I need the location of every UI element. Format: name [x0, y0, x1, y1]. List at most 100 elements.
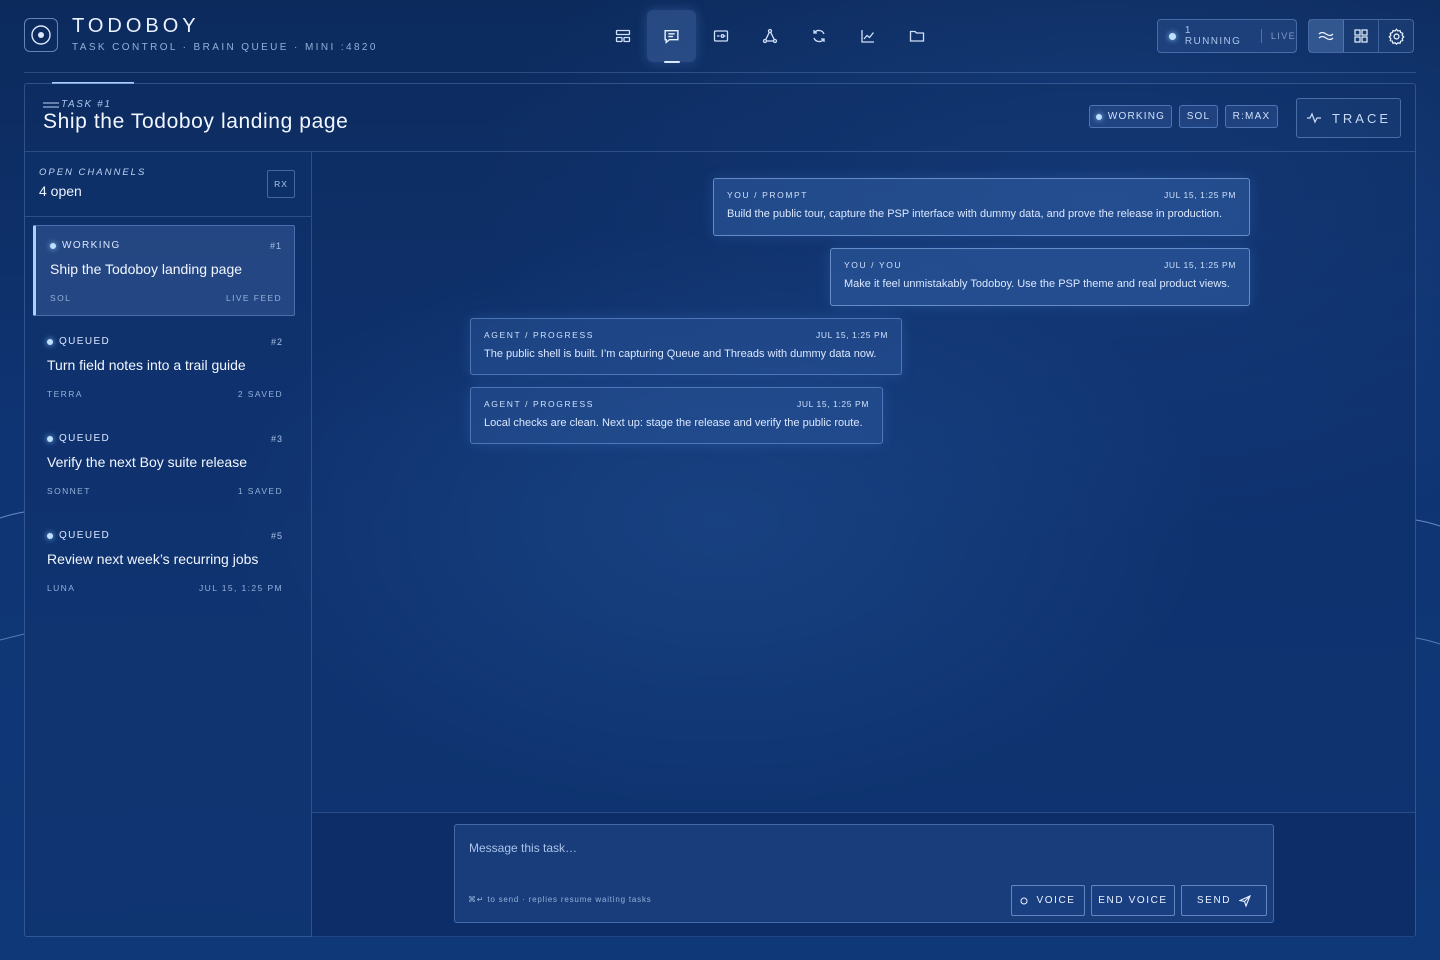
channel-status-dot	[50, 242, 56, 249]
trend-chart-icon	[860, 30, 874, 43]
settings-gear-icon	[1387, 27, 1405, 45]
task-panel: TASK #1 Ship the Todoboy landing page WO…	[24, 83, 1416, 937]
app-title: TODOBOY	[72, 15, 200, 37]
channel-meta: 1 SAVED	[237, 486, 283, 496]
waves-button[interactable]	[1309, 20, 1344, 52]
nav-queue[interactable]	[598, 10, 647, 62]
channel-status: QUEUED	[47, 530, 110, 541]
message-input[interactable]	[467, 837, 1251, 859]
channel-model: TERRA	[47, 389, 83, 399]
channel-status-label: QUEUED	[59, 530, 111, 541]
message-author: AGENT / PROGRESS	[484, 399, 594, 409]
composer: ⌘↵ to send · replies resume waiting task…	[454, 824, 1274, 923]
voice-button-label: VOICE	[1036, 895, 1076, 906]
rx-button[interactable]: RX	[267, 170, 295, 198]
channel-status-label: QUEUED	[59, 336, 111, 347]
trace-button-label: TRACE	[1331, 110, 1392, 126]
reasoning-chip-label: R:MAX	[1232, 111, 1271, 122]
task-title: Ship the Todoboy landing page	[43, 110, 349, 133]
channel-number: #1	[269, 241, 282, 251]
send-button[interactable]: SEND	[1181, 885, 1267, 916]
channel-status: QUEUED	[47, 433, 110, 444]
channel-title: Turn field notes into a trail guide	[47, 357, 246, 373]
message-time: JUL 15, 1:25 PM	[816, 330, 888, 340]
message-author: AGENT / PROGRESS	[484, 330, 594, 340]
nav-refresh[interactable]	[794, 10, 843, 62]
channel-card[interactable]: QUEUED #5 Review next week’s recurring j…	[33, 516, 295, 607]
graph-nodes-icon	[762, 28, 777, 44]
live-label: LIVE	[1270, 31, 1297, 41]
status-chip-dot	[1095, 113, 1102, 120]
channel-status-label: QUEUED	[59, 433, 111, 444]
channel-meta: JUL 15, 1:25 PM	[199, 583, 283, 593]
running-count: 1 RUNNING	[1184, 25, 1242, 47]
status-chip: WORKING	[1089, 105, 1172, 128]
channel-number: #2	[270, 337, 283, 347]
channel-title: Review next week’s recurring jobs	[47, 551, 259, 567]
running-status[interactable]: 1 RUNNING LIVE	[1157, 19, 1297, 53]
send-button-label: SEND	[1196, 895, 1232, 906]
end-voice-button[interactable]: END VOICE	[1091, 885, 1175, 916]
main-nav	[598, 10, 941, 63]
channel-status-dot	[47, 532, 53, 539]
channel-card[interactable]: QUEUED #2 Turn field notes into a trail …	[33, 322, 295, 413]
channels-sidebar: OPEN CHANNELS 4 open RX WORKING #1 Ship …	[25, 152, 312, 936]
settings-button[interactable]	[1379, 20, 1413, 52]
grid-button[interactable]	[1344, 20, 1379, 52]
status-chip-label: WORKING	[1107, 111, 1166, 122]
model-chip: SOL	[1179, 105, 1218, 128]
chat-threads-icon	[664, 29, 679, 44]
app-subtitle: TASK CONTROL · BRAIN QUEUE · MINI :4820	[72, 42, 378, 53]
trace-button[interactable]: TRACE	[1296, 98, 1401, 138]
nav-inbox[interactable]	[696, 10, 745, 62]
view-toolbar	[1308, 19, 1414, 53]
channels-count: 4 open	[39, 183, 82, 199]
channel-status: WORKING	[50, 240, 121, 251]
channels-header: OPEN CHANNELS 4 open RX	[25, 152, 311, 217]
message-thread: YOU / PROMPT JUL 15, 1:25 PM Build the p…	[312, 152, 1415, 812]
app-header: TODOBOY TASK CONTROL · BRAIN QUEUE · MIN…	[24, 0, 1416, 73]
reasoning-chip: R:MAX	[1225, 105, 1278, 128]
pulse-icon	[1306, 112, 1321, 124]
status-divider	[1260, 29, 1262, 43]
message-bubble: YOU / YOU JUL 15, 1:25 PM Make it feel u…	[830, 248, 1250, 306]
nav-trends[interactable]	[843, 10, 892, 62]
channel-card[interactable]: WORKING #1 Ship the Todoboy landing page…	[33, 225, 295, 316]
message-time: JUL 15, 1:25 PM	[797, 399, 869, 409]
message-body: Make it feel unmistakably Todoboy. Use t…	[844, 278, 1230, 290]
message-author: YOU / PROMPT	[727, 190, 809, 200]
model-chip-label: SOL	[1186, 111, 1211, 122]
message-body: Local checks are clean. Next up: stage t…	[484, 417, 863, 429]
menu-lines-icon	[43, 102, 59, 107]
grid-icon	[1354, 29, 1368, 43]
task-label-text: TASK #1	[61, 99, 112, 110]
message-body: The public shell is built. I’m capturing…	[484, 348, 877, 360]
message-body: Build the public tour, capture the PSP i…	[727, 208, 1223, 220]
message-bubble: AGENT / PROGRESS JUL 15, 1:25 PM Local c…	[470, 387, 883, 444]
nav-threads[interactable]	[647, 10, 696, 63]
channel-model: SONNET	[47, 486, 91, 496]
composer-zone: ⌘↵ to send · replies resume waiting task…	[312, 812, 1415, 937]
channels-label: OPEN CHANNELS	[39, 167, 147, 178]
running-status-dot	[1169, 32, 1176, 40]
send-arrow-icon	[1239, 894, 1252, 907]
channel-status: QUEUED	[47, 336, 110, 347]
message-bubble: YOU / PROMPT JUL 15, 1:25 PM Build the p…	[713, 178, 1250, 236]
nav-files[interactable]	[892, 10, 941, 62]
channel-model: LUNA	[47, 583, 76, 593]
channel-model: SOL	[50, 293, 72, 303]
refresh-icon	[812, 29, 825, 43]
composer-hint: ⌘↵ to send · replies resume waiting task…	[468, 895, 652, 904]
nav-graph[interactable]	[745, 10, 794, 62]
waves-icon	[1318, 31, 1334, 41]
channel-title: Verify the next Boy suite release	[47, 454, 247, 470]
channel-title: Ship the Todoboy landing page	[50, 261, 243, 277]
message-time: JUL 15, 1:25 PM	[1164, 190, 1236, 200]
channel-status-label: WORKING	[62, 240, 121, 251]
channel-card[interactable]: QUEUED #3 Verify the next Boy suite rele…	[33, 419, 295, 510]
message-author: YOU / YOU	[844, 260, 903, 270]
voice-button[interactable]: VOICE	[1011, 885, 1085, 916]
channel-meta: LIVE FEED	[225, 293, 282, 303]
message-time: JUL 15, 1:25 PM	[1164, 260, 1236, 270]
brand: TODOBOY TASK CONTROL · BRAIN QUEUE · MIN…	[24, 16, 378, 53]
